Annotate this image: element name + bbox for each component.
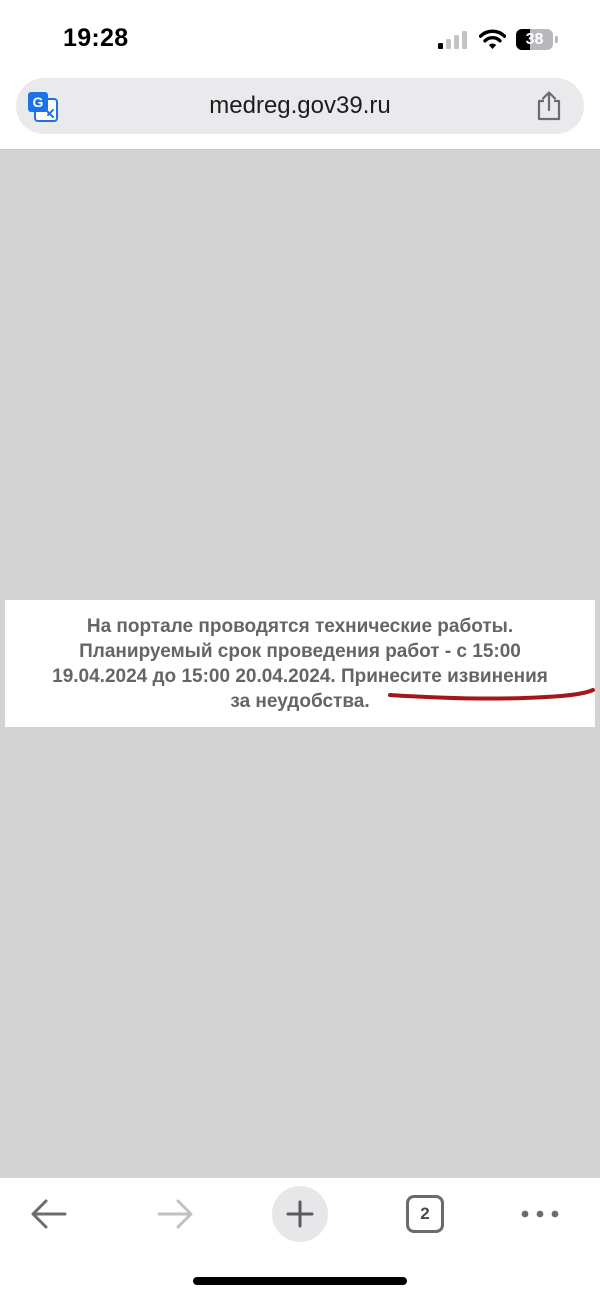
url-text[interactable]: medreg.gov39.ru	[106, 78, 494, 134]
maintenance-notice: На портале проводятся технические работы…	[5, 600, 595, 727]
battery-cap	[555, 36, 558, 43]
notice-line-3-start: 19.04.2024 до 15:00 20.04.2024.	[52, 666, 341, 687]
notice-line-1: На портале проводятся технические работы…	[86, 616, 514, 637]
web-page: На портале проводятся технические работы…	[0, 150, 600, 1177]
tabs-count: 2	[420, 1204, 430, 1223]
bottom-toolbar: 2	[0, 1177, 600, 1297]
arrow-right-icon[interactable]	[154, 1196, 196, 1232]
new-tab-button[interactable]	[272, 1186, 328, 1242]
wifi-icon	[479, 29, 506, 49]
home-indicator[interactable]	[193, 1277, 407, 1285]
cellular-signal-icon	[438, 31, 467, 49]
arrow-left-icon[interactable]	[28, 1196, 70, 1232]
status-bar: 19:28 38	[0, 0, 600, 78]
share-icon[interactable]	[535, 91, 563, 121]
red-underline-annotation	[388, 688, 595, 701]
address-bar[interactable]: G medreg.gov39.ru	[16, 78, 584, 134]
notice-line-2: Планируемый срок проведения работ - с 15…	[79, 641, 521, 662]
status-time: 19:28	[63, 24, 129, 52]
tabs-button[interactable]: 2	[406, 1195, 444, 1233]
svg-text:G: G	[33, 94, 44, 110]
battery-indicator: 38	[516, 29, 558, 50]
notice-line-4: за неудобства.	[230, 691, 370, 712]
battery-icon: 38	[516, 29, 553, 50]
more-dots-icon[interactable]	[518, 1205, 562, 1223]
battery-percentage: 38	[525, 31, 544, 48]
translate-icon[interactable]: G	[27, 91, 58, 122]
plus-icon	[286, 1200, 314, 1228]
